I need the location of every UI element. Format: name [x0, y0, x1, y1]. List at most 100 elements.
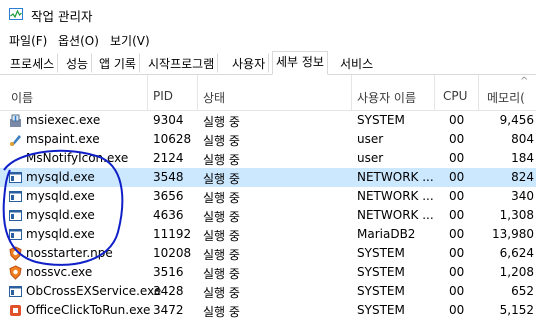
menu-file[interactable]: 파일(F)	[9, 32, 47, 49]
process-memory: 5,152	[499, 303, 534, 317]
process-cpu: 00	[449, 265, 465, 279]
process-cpu: 00	[449, 246, 465, 260]
process-name: msiexec.exe	[26, 113, 101, 127]
process-status: 실행 중	[203, 286, 240, 300]
shield-orange-icon	[8, 265, 23, 280]
column-header-pid[interactable]: PID	[153, 89, 173, 103]
tab-users[interactable]: 사용자	[228, 53, 270, 73]
column-header-user[interactable]: 사용자 이름	[357, 89, 416, 106]
process-memory: 13,980	[492, 227, 534, 241]
process-status: 실행 중	[203, 172, 240, 186]
menu-bar: 파일(F) 옵션(O) 보기(V)	[0, 28, 536, 50]
table-row[interactable]: nossvc.exe 3516 실행 중 SYSTEM 00 1,208	[0, 263, 536, 282]
table-row[interactable]: nosstarter.npe 10208 실행 중 SYSTEM 00 6,624	[0, 244, 536, 263]
process-user: SYSTEM	[357, 246, 405, 260]
table-row[interactable]: mspaint.exe 10628 실행 중 user 00 804	[0, 130, 536, 149]
process-memory: 804	[511, 132, 534, 146]
window-icon	[8, 170, 23, 185]
tab-details[interactable]: 세부 정보	[272, 51, 328, 75]
process-pid: 3516	[153, 265, 184, 279]
column-header-name[interactable]: 이름	[11, 89, 33, 106]
table-row[interactable]: ObCrossEXService.exe 3428 실행 중 SYSTEM 00 652	[0, 282, 536, 301]
process-user: NETWORK ...	[357, 170, 434, 184]
office-icon	[8, 303, 23, 318]
tab-services[interactable]: 서비스	[336, 53, 377, 73]
process-cpu: 00	[449, 113, 465, 127]
column-header-cpu[interactable]: CPU	[443, 89, 467, 103]
process-memory: 9,456	[499, 113, 534, 127]
process-user: NETWORK ...	[357, 189, 434, 203]
window-icon	[8, 189, 23, 204]
process-user: user	[357, 151, 384, 165]
window-icon	[8, 227, 23, 242]
process-status: 실행 중	[203, 267, 240, 281]
process-name: mysqld.exe	[26, 170, 95, 184]
table-row[interactable]: mysqld.exe 4636 실행 중 NETWORK ... 00 1,308	[0, 206, 536, 225]
installer-icon	[8, 113, 23, 128]
process-user: SYSTEM	[357, 303, 405, 317]
process-pid: 3472	[153, 303, 184, 317]
title-bar: 작업 관리자	[0, 0, 536, 28]
process-memory: 1,208	[499, 265, 534, 279]
tab-bar: 프로세스 성능 앱 기록 시작프로그램 사용자 세부 정보 서비스	[0, 50, 536, 75]
column-divider[interactable]	[351, 75, 352, 110]
process-memory: 184	[511, 151, 534, 165]
process-memory: 824	[511, 170, 534, 184]
process-cpu: 00	[449, 170, 465, 184]
tab-performance[interactable]: 성능	[62, 53, 93, 73]
table-row[interactable]: msiexec.exe 9304 실행 중 SYSTEM 00 9,456	[0, 111, 536, 130]
column-header-status[interactable]: 상태	[203, 89, 225, 106]
process-user: SYSTEM	[357, 113, 405, 127]
menu-view[interactable]: 보기(V)	[110, 32, 150, 49]
process-cpu: 00	[449, 189, 465, 203]
column-divider[interactable]	[197, 75, 198, 110]
paint-icon	[8, 132, 23, 147]
tab-app-history[interactable]: 앱 기록	[95, 53, 140, 73]
process-user: MariaDB2	[357, 227, 416, 241]
process-pid: 9304	[153, 113, 184, 127]
process-status: 실행 중	[203, 134, 240, 148]
process-user: SYSTEM	[357, 284, 405, 298]
details-table: 이름 PID 상태 사용자 이름 CPU 메모리( ^ msiexec.exe 9…	[0, 75, 536, 319]
process-status: 실행 중	[203, 191, 240, 205]
column-divider[interactable]	[147, 75, 148, 110]
tab-processes[interactable]: 프로세스	[6, 53, 59, 73]
process-name: nossvc.exe	[26, 265, 93, 279]
task-manager-icon	[9, 8, 23, 20]
process-name: mspaint.exe	[26, 132, 100, 146]
window-icon	[8, 284, 23, 299]
process-pid: 4636	[153, 208, 184, 222]
tab-startup[interactable]: 시작프로그램	[144, 53, 219, 73]
column-header-memory[interactable]: 메모리(	[487, 89, 525, 106]
table-row[interactable]: mysqld.exe 11192 실행 중 MariaDB2 00 13,980	[0, 225, 536, 244]
process-pid: 10208	[153, 246, 192, 260]
table-row[interactable]: mysqld.exe 3548 실행 중 NETWORK ... 00 824	[0, 168, 536, 187]
process-memory: 1,308	[499, 208, 534, 222]
table-header: 이름 PID 상태 사용자 이름 CPU 메모리( ^	[0, 75, 536, 111]
menu-options[interactable]: 옵션(O)	[58, 32, 99, 49]
process-memory: 652	[511, 284, 534, 298]
process-pid: 2124	[153, 151, 184, 165]
process-memory: 6,624	[499, 246, 534, 260]
process-name: MsNotifyIcon.exe	[26, 151, 129, 165]
process-name: mysqld.exe	[26, 189, 95, 203]
table-row[interactable]: OfficeClickToRun.exe 3472 실행 중 SYSTEM 00 5,15…	[0, 301, 536, 320]
window-icon	[8, 208, 23, 223]
window-title: 작업 관리자	[31, 9, 93, 24]
table-row[interactable]: mysqld.exe 3656 실행 중 NETWORK ... 00 340	[0, 187, 536, 206]
process-status: 실행 중	[203, 305, 240, 319]
sort-indicator-icon: ^	[520, 76, 529, 87]
process-pid: 3656	[153, 189, 184, 203]
process-status: 실행 중	[203, 210, 240, 224]
process-cpu: 00	[449, 227, 465, 241]
shield-orange-icon	[8, 246, 23, 261]
table-row[interactable]: MsNotifyIcon.exe 2124 실행 중 user 00 184	[0, 149, 536, 168]
column-divider[interactable]	[434, 75, 435, 110]
process-status: 실행 중	[203, 229, 240, 243]
column-divider[interactable]	[478, 75, 479, 110]
process-status: 실행 중	[203, 248, 240, 262]
process-cpu: 00	[449, 303, 465, 317]
process-status: 실행 중	[203, 115, 240, 129]
process-memory: 340	[511, 189, 534, 203]
process-cpu: 00	[449, 151, 465, 165]
